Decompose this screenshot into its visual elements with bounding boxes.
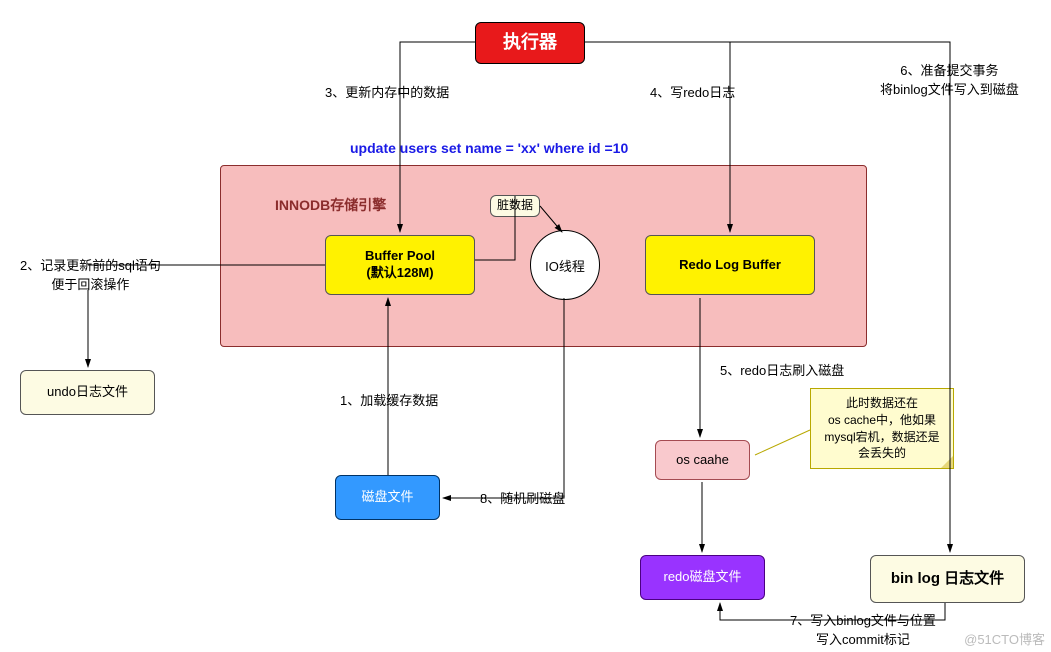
step-4-label: 4、写redo日志 (650, 82, 735, 101)
disk-file-box: 磁盘文件 (335, 475, 440, 520)
binlog-file-box: bin log 日志文件 (870, 555, 1025, 603)
buffer-pool-box: Buffer Pool (默认128M) (325, 235, 475, 295)
undo-file-box: undo日志文件 (20, 370, 155, 415)
step-3-label: 3、更新内存中的数据 (325, 82, 449, 101)
redo-log-buffer-box: Redo Log Buffer (645, 235, 815, 295)
step-8-label: 8、随机刷磁盘 (480, 488, 565, 507)
innodb-title: INNODB存储引擎 (275, 195, 386, 215)
sql-statement: update users set name = 'xx' where id =1… (350, 140, 628, 156)
step-2-label: 2、记录更新前的sql语句 便于回滚操作 (20, 255, 161, 293)
step-1-label: 1、加载缓存数据 (340, 390, 438, 409)
step-7-label: 7、写入binlog文件与位置 写入commit标记 (790, 610, 936, 648)
step-5-label: 5、redo日志刷入磁盘 (720, 360, 844, 379)
io-thread-circle: IO线程 (530, 230, 600, 300)
redo-disk-box: redo磁盘文件 (640, 555, 765, 600)
os-cache-box: os caahe (655, 440, 750, 480)
executor-box: 执行器 (475, 22, 585, 64)
watermark: @51CTO博客 (964, 629, 1045, 648)
step-6-label: 6、准备提交事务 将binlog文件写入到磁盘 (880, 60, 1019, 98)
dirty-data-label: 脏数据 (490, 195, 540, 217)
note-box: 此时数据还在 os cache中，他如果 mysql宕机，数据还是 会丢失的 (810, 388, 954, 469)
